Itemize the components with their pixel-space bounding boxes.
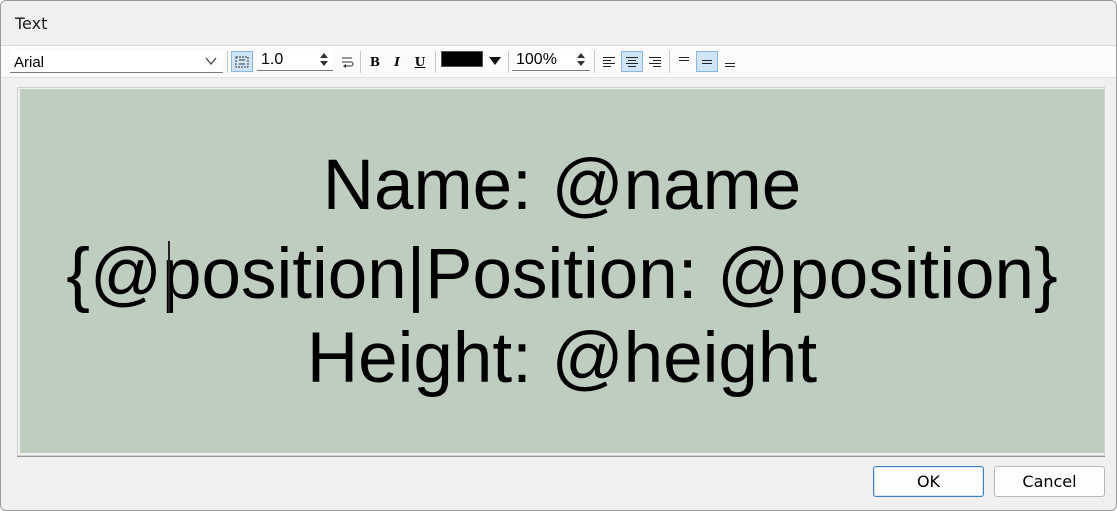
valign-bottom-icon [725,62,735,67]
align-right-icon [649,56,661,67]
valign-top-button[interactable] [673,51,695,72]
zoom-spinner[interactable]: 100% [512,49,590,71]
valign-middle-button[interactable] [696,51,718,72]
font-family-select[interactable]: Arial [10,50,223,73]
wrap-text-button[interactable] [336,51,358,72]
toolbar-separator [669,51,670,73]
editor-line-height: Height: @height [306,319,818,398]
ok-button[interactable]: OK [873,466,984,497]
line-spacing-value: 1.0 [261,51,284,68]
text-editor[interactable]: Name: @name {@position|Position: @positi… [20,89,1104,453]
valign-middle-icon [702,59,712,64]
toolbar-separator [227,51,228,73]
toolbar-separator [508,51,509,73]
zoom-value: 100% [516,51,557,68]
caret-down-icon[interactable] [488,56,502,66]
line-spacing-toggle-button[interactable] [231,51,253,72]
align-left-button[interactable] [598,51,620,72]
underline-icon: U [414,54,426,69]
toolbar-separator [360,51,361,73]
spinner-arrows-icon[interactable] [574,50,588,69]
valign-bottom-button[interactable] [719,51,741,72]
wrap-text-icon [342,57,354,68]
cancel-button[interactable]: Cancel [994,466,1105,497]
text-dialog: Text Arial 1.0 B I U 100% Name: @name {@… [0,0,1117,511]
divider [17,456,1105,457]
italic-icon: I [394,54,400,69]
line-spacing-icon [235,56,249,67]
font-family-value: Arial [14,54,45,71]
italic-button[interactable]: I [386,51,408,72]
line-spacing-spinner[interactable]: 1.0 [257,49,333,71]
formatting-toolbar: Arial 1.0 B I U 100% [1,46,1116,78]
window-title: Text [15,14,48,33]
bold-button[interactable]: B [364,51,386,72]
text-caret [168,241,170,313]
align-left-icon [603,56,615,67]
toolbar-separator [435,51,436,73]
chevron-down-icon [205,57,217,66]
title-bar: Text [1,1,1116,45]
editor-line-position: {@position|Position: @position} [66,235,1058,314]
underline-button[interactable]: U [409,51,431,72]
align-center-button[interactable] [621,51,643,72]
bold-icon: B [369,54,381,69]
text-color-swatch[interactable] [441,51,483,67]
text-editor-frame: Name: @name {@position|Position: @positi… [17,87,1105,456]
align-center-icon [626,56,638,67]
align-right-button[interactable] [644,51,666,72]
toolbar-separator [594,51,595,73]
spinner-arrows-icon[interactable] [317,50,331,69]
valign-top-icon [679,56,689,61]
editor-line-name: Name: @name [322,146,802,225]
